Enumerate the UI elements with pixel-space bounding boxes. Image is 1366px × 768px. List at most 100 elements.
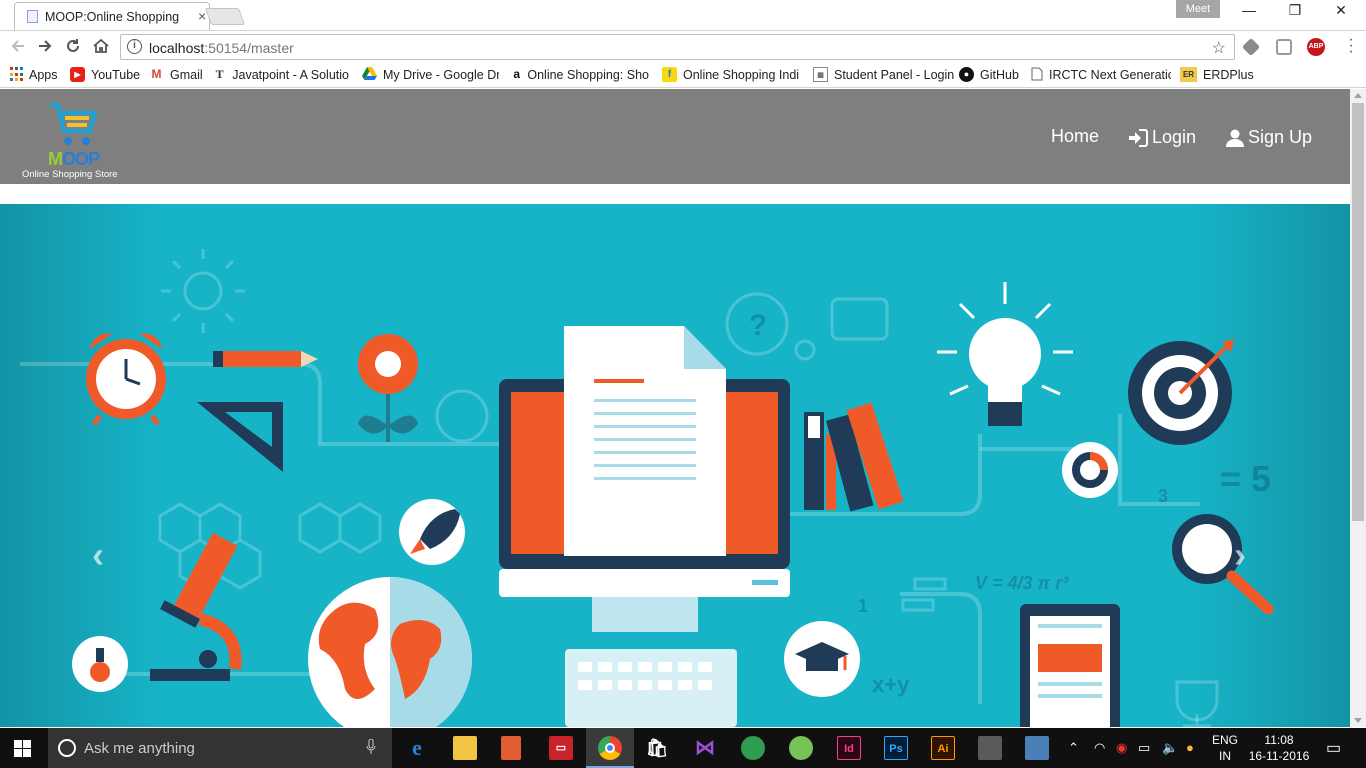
- pie-chart-icon: [1062, 442, 1118, 498]
- magnifier-icon: [1172, 514, 1274, 615]
- logo-subtitle: Online Shopping Store: [22, 169, 118, 180]
- bookmark-github[interactable]: ● GitHub: [959, 67, 1019, 82]
- maximize-button[interactable]: ❐: [1272, 2, 1318, 19]
- bookmark-javatpoint[interactable]: T Javatpoint - A Solutio: [213, 67, 349, 82]
- globe-app-icon[interactable]: [741, 736, 765, 760]
- login-icon: [1129, 128, 1148, 147]
- weather-icon[interactable]: ●: [1186, 740, 1194, 755]
- graduation-cap-icon: [784, 621, 860, 697]
- bookmark-erdplus[interactable]: ER ERDPlus: [1180, 67, 1254, 82]
- hero-carousel: ? = 5 3 V = 4/3 π r³ 1 x+y ‹ ›: [0, 204, 1350, 727]
- file-explorer-icon[interactable]: [453, 736, 477, 760]
- cortana-search-box[interactable]: Ask me anything: [48, 728, 392, 768]
- new-tab-button[interactable]: [204, 8, 246, 25]
- visual-studio-icon[interactable]: ⋈: [693, 736, 717, 760]
- search-placeholder: Ask me anything: [84, 740, 195, 757]
- extension-box-icon[interactable]: [1276, 39, 1292, 55]
- store-icon[interactable]: 🛍: [645, 736, 669, 760]
- wifi-icon[interactable]: ◠: [1094, 740, 1105, 756]
- lightbulb-icon: [937, 282, 1073, 426]
- rocket-icon: [399, 499, 465, 565]
- photoshop-icon[interactable]: Ps: [884, 736, 908, 760]
- number-one-label: 1: [858, 596, 868, 616]
- amazon-icon: a: [513, 67, 521, 81]
- scroll-down-arrow-icon[interactable]: [1354, 718, 1362, 723]
- pdf-reader-icon[interactable]: [501, 736, 521, 760]
- github-icon: ●: [959, 67, 974, 82]
- page-favicon-icon: [27, 10, 38, 23]
- antivirus-icon[interactable]: ◉: [1116, 740, 1127, 756]
- bookmark-youtube[interactable]: ▶ YouTube: [70, 67, 140, 82]
- windows-taskbar: Ask me anything e ▭ 🛍 ⋈ Id Ps Ai ⌃ ◠ ◉ ▭…: [0, 728, 1366, 768]
- alarm-clock-icon: [86, 333, 166, 426]
- reload-icon[interactable]: [62, 37, 84, 60]
- nav-login-link[interactable]: Login: [1128, 127, 1196, 148]
- site-info-icon[interactable]: i: [127, 39, 142, 54]
- nav-signup-link[interactable]: Sign Up: [1226, 127, 1312, 148]
- scrollbar-thumb[interactable]: [1352, 103, 1364, 521]
- flask-icon: [72, 636, 128, 692]
- youtube-icon: ▶: [70, 67, 85, 82]
- chrome-icon[interactable]: [598, 736, 622, 760]
- bookmark-apps[interactable]: Apps: [10, 67, 58, 82]
- x-plus-y-label: x+y: [872, 672, 910, 697]
- page-icon: [1031, 67, 1043, 82]
- bookmark-google-drive[interactable]: My Drive - Google Dri: [362, 67, 499, 82]
- cortana-icon: [58, 739, 76, 757]
- student-panel-icon: ▦: [813, 67, 828, 82]
- media-player-icon[interactable]: [978, 736, 1002, 760]
- page-scrollbar[interactable]: [1350, 89, 1366, 727]
- adblock-plus-icon[interactable]: ABP: [1307, 38, 1325, 56]
- tablet-icon: [1020, 604, 1120, 727]
- language-indicator[interactable]: ENG IN: [1208, 732, 1242, 764]
- edge-browser-icon[interactable]: e: [405, 736, 429, 760]
- url-text: localhost:50154/master: [149, 40, 294, 56]
- target-icon: [1128, 339, 1234, 445]
- bookmark-star-icon[interactable]: ☆: [1212, 38, 1226, 58]
- indesign-icon[interactable]: Id: [837, 736, 861, 760]
- site-navbar: MOOP Online Shopping Store Home Login Si…: [0, 89, 1350, 184]
- education-illustration: ? = 5 3 V = 4/3 π r³ 1 x+y: [20, 249, 1274, 727]
- site-logo[interactable]: MOOP Online Shopping Store: [22, 99, 132, 180]
- back-arrow-icon[interactable]: [7, 37, 29, 60]
- scroll-up-arrow-icon[interactable]: [1354, 93, 1362, 98]
- bookmarks-bar: Apps ▶ YouTube M Gmail T Javatpoint - A …: [0, 62, 1366, 88]
- volume-muted-icon[interactable]: 🔈: [1162, 740, 1178, 756]
- bookmark-flipkart[interactable]: f Online Shopping Indi: [662, 67, 801, 82]
- gmail-icon: M: [151, 67, 162, 81]
- microscope-icon: [150, 532, 242, 681]
- carousel-prev-button[interactable]: ‹: [92, 534, 104, 576]
- bookmark-irctc[interactable]: IRCTC Next Generatio: [1031, 67, 1171, 82]
- browser-tab[interactable]: MOOP:Online Shopping ×: [14, 2, 210, 30]
- page-viewport: MOOP Online Shopping Store Home Login Si…: [0, 89, 1350, 727]
- android-studio-icon[interactable]: [789, 736, 813, 760]
- bookmark-gmail[interactable]: M Gmail: [149, 67, 203, 82]
- bookmark-student-panel[interactable]: ▦ Student Panel - Login: [813, 67, 954, 82]
- minimize-button[interactable]: —: [1226, 2, 1272, 18]
- flower-icon: [358, 334, 418, 442]
- tray-overflow-icon[interactable]: ⌃: [1068, 740, 1079, 756]
- extension-icon[interactable]: [1241, 37, 1261, 57]
- system-clock[interactable]: 11:08 16-11-2016: [1246, 732, 1312, 764]
- logo-wordmark: MOOP: [48, 149, 100, 169]
- battery-icon[interactable]: ▭: [1138, 740, 1150, 756]
- close-window-button[interactable]: ✕: [1318, 2, 1364, 19]
- carousel-next-button[interactable]: ›: [1234, 534, 1246, 576]
- photos-icon[interactable]: [1025, 736, 1049, 760]
- bookmark-amazon[interactable]: a Online Shopping: Sho: [512, 67, 649, 82]
- browser-toolbar: i localhost:50154/master ☆ ABP · · ·: [0, 30, 1366, 62]
- nav-home-link[interactable]: Home: [1051, 126, 1099, 147]
- apps-grid-icon: [10, 67, 23, 82]
- document-icon: [564, 326, 726, 556]
- home-icon[interactable]: [90, 37, 112, 60]
- illustrator-icon[interactable]: Ai: [931, 736, 955, 760]
- windows-start-icon[interactable]: [14, 740, 31, 757]
- book-app-icon[interactable]: ▭: [549, 736, 573, 760]
- profile-button[interactable]: Meet: [1176, 0, 1220, 18]
- action-center-icon[interactable]: ▭: [1326, 738, 1341, 758]
- address-bar[interactable]: i localhost:50154/master ☆: [120, 34, 1235, 60]
- browser-menu-icon[interactable]: · · ·: [1346, 32, 1356, 60]
- microphone-icon[interactable]: [366, 738, 376, 758]
- forward-arrow-icon[interactable]: [34, 37, 56, 60]
- svg-text:?: ?: [749, 309, 767, 342]
